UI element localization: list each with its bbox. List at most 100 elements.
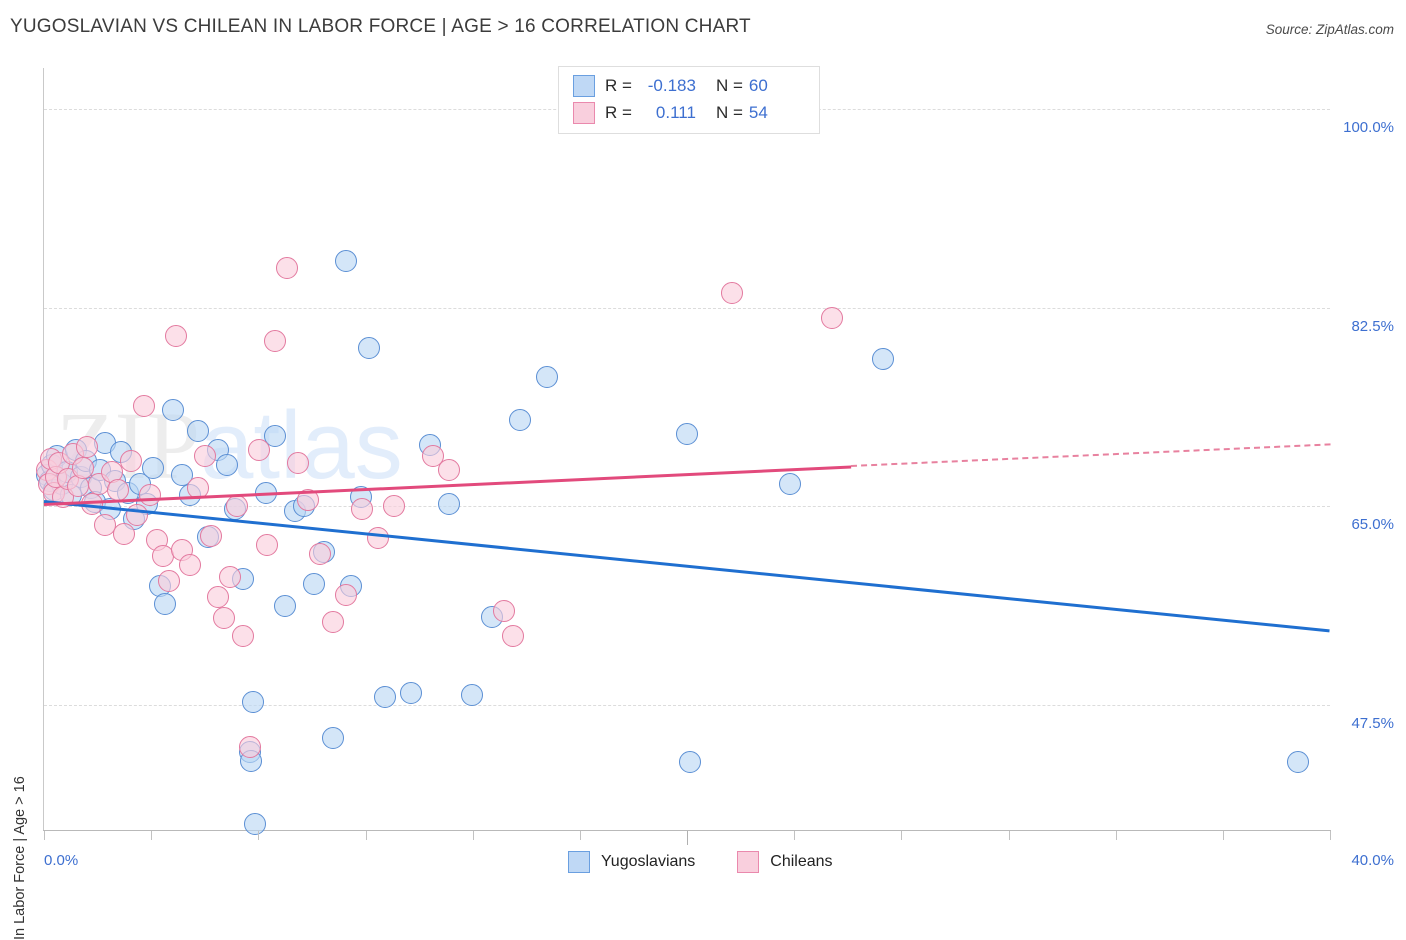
scatter-point-yugoslavians xyxy=(872,347,895,370)
x-axis-tick xyxy=(579,831,581,840)
scatter-point-yugoslavians xyxy=(335,250,358,273)
scatter-point-chileans xyxy=(119,449,142,472)
scatter-point-chileans xyxy=(438,459,461,481)
scatter-point-chileans xyxy=(200,524,223,547)
scatter-point-yugoslavians xyxy=(322,727,345,749)
scatter-point-yugoslavians xyxy=(679,750,702,773)
legend-r-label-2: R = xyxy=(605,103,632,122)
scatter-point-chileans xyxy=(232,624,255,647)
scatter-point-chileans xyxy=(275,256,298,279)
x-axis-tick xyxy=(901,831,903,840)
series-legend-label-0: Yugoslavians xyxy=(601,853,696,870)
x-axis-tick xyxy=(1008,831,1010,840)
series-legend-item-yugoslavians[interactable]: Yugoslavians xyxy=(568,851,695,873)
scatter-point-chileans xyxy=(248,438,271,461)
scatter-point-chileans xyxy=(351,497,374,520)
y-axis-title: In Labor Force | Age > 16 xyxy=(12,776,28,940)
scatter-point-chileans xyxy=(256,533,279,556)
scatter-point-chileans xyxy=(113,522,136,545)
gridline xyxy=(44,307,1330,309)
scatter-point-chileans xyxy=(502,624,525,647)
legend-r-value-1: -0.183 xyxy=(647,76,696,95)
legend-swatch-blue-icon xyxy=(573,75,595,97)
x-axis-tick xyxy=(1330,831,1331,840)
legend-n-label-2: N = xyxy=(715,103,743,122)
series-legend-label-1: Chileans xyxy=(770,853,833,870)
x-axis-tick xyxy=(258,831,260,840)
legend-n-label-1: N = xyxy=(715,76,743,95)
scatter-point-chileans xyxy=(164,325,187,347)
scatter-point-yugoslavians xyxy=(399,681,422,704)
x-axis-tick xyxy=(44,831,45,840)
scatter-point-chileans xyxy=(206,586,229,609)
scatter-point-chileans xyxy=(158,570,181,593)
scatter-point-yugoslavians xyxy=(274,595,297,618)
legend-swatch-pink-icon xyxy=(573,102,595,124)
scatter-point-yugoslavians xyxy=(161,398,184,421)
scatter-point-yugoslavians xyxy=(536,365,559,388)
x-axis-tick xyxy=(687,831,688,845)
page-title: YUGOSLAVIAN VS CHILEAN IN LABOR FORCE | … xyxy=(10,16,751,37)
legend-n-value-2: 54 xyxy=(748,103,768,122)
x-axis-tick xyxy=(365,831,367,840)
scatter-point-yugoslavians xyxy=(373,686,396,709)
y-axis-tick-label: 65.0% xyxy=(1351,516,1394,534)
y-axis-tick-label: 47.5% xyxy=(1351,715,1394,733)
series-legend-item-chileans[interactable]: Chileans xyxy=(737,851,833,873)
legend-row-yugoslavians: R = -0.183 N = 60 xyxy=(573,73,768,99)
plot-area: ZIPatlas xyxy=(35,68,1331,836)
scatter-point-chileans xyxy=(139,483,162,506)
series-swatch-pink-icon xyxy=(737,851,760,873)
trendline xyxy=(43,499,1331,632)
gridline xyxy=(44,705,1330,707)
scatter-point-chileans xyxy=(286,452,309,475)
watermark-atlas: atlas xyxy=(200,392,403,499)
scatter-point-yugoslavians xyxy=(216,454,239,477)
scatter-point-yugoslavians xyxy=(303,572,326,595)
scatter-point-chileans xyxy=(264,329,287,352)
legend-n-value-1: 60 xyxy=(748,76,768,95)
scatter-point-yugoslavians xyxy=(187,420,210,443)
scatter-point-chileans xyxy=(367,527,390,550)
y-axis-tick-label: 100.0% xyxy=(1343,118,1394,136)
scatter-point-chileans xyxy=(322,611,345,634)
scatter-point-yugoslavians xyxy=(438,493,461,516)
scatter-point-chileans xyxy=(193,445,216,468)
scatter-point-chileans xyxy=(213,606,236,629)
correlation-legend: R = -0.183 N = 60 R = 0.111 N = 54 xyxy=(558,66,820,134)
scatter-point-yugoslavians xyxy=(243,813,266,836)
scatter-point-yugoslavians xyxy=(357,337,380,360)
scatter-point-yugoslavians xyxy=(508,409,531,432)
correlation-chart: YUGOSLAVIAN VS CHILEAN IN LABOR FORCE | … xyxy=(0,0,1406,940)
scatter-point-chileans xyxy=(383,495,406,518)
legend-r-value-2: 0.111 xyxy=(655,103,696,122)
series-swatch-blue-icon xyxy=(568,851,590,873)
legend-row-chileans: R = 0.111 N = 54 xyxy=(573,100,768,126)
x-axis-tick xyxy=(151,831,153,840)
scatter-point-chileans xyxy=(721,281,743,304)
scatter-point-yugoslavians xyxy=(153,593,176,615)
x-axis-max-label: 40.0% xyxy=(1351,852,1394,869)
x-axis-tick xyxy=(794,831,796,840)
trendline xyxy=(850,443,1331,468)
x-axis-tick xyxy=(472,831,474,840)
series-legend: Yugoslavians Chileans xyxy=(568,851,875,873)
y-axis-tick-label: 82.5% xyxy=(1351,317,1394,335)
x-axis-tick xyxy=(1222,831,1224,840)
x-axis-tick xyxy=(1115,831,1117,840)
scatter-point-yugoslavians xyxy=(142,456,165,479)
scatter-point-chileans xyxy=(179,554,202,577)
scatter-point-yugoslavians xyxy=(1286,750,1309,773)
x-axis-min-label: 0.0% xyxy=(44,852,79,869)
legend-r-label-1: R = xyxy=(605,76,632,95)
scatter-point-chileans xyxy=(820,306,843,329)
scatter-point-yugoslavians xyxy=(778,472,801,495)
scatter-point-chileans xyxy=(335,583,358,606)
scatter-point-chileans xyxy=(492,599,515,622)
scatter-point-yugoslavians xyxy=(241,690,264,713)
scatter-point-yugoslavians xyxy=(676,422,698,445)
scatter-point-chileans xyxy=(132,395,155,418)
source-attribution: Source: ZipAtlas.com xyxy=(1265,22,1394,37)
scatter-point-chileans xyxy=(238,736,261,759)
scatter-point-yugoslavians xyxy=(460,683,483,706)
